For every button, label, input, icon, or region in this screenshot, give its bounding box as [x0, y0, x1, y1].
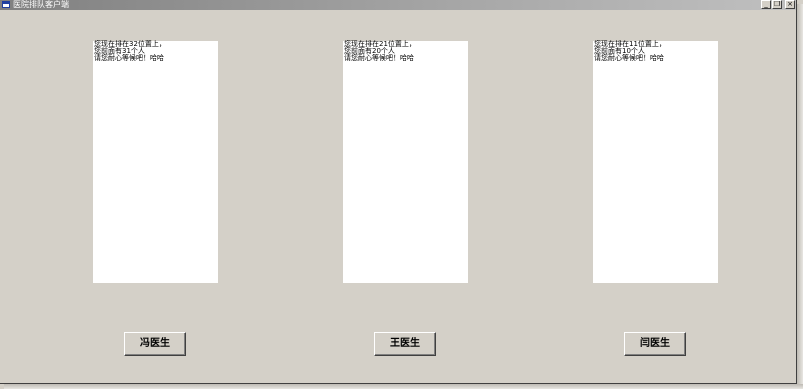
close-button[interactable]: ×: [785, 0, 795, 9]
doctor-feng-button[interactable]: 冯医生: [124, 332, 186, 356]
window-controls: _ ❐ ×: [761, 0, 795, 10]
queue-panel-feng: 您现在排在32位置上， 您前面有31个人 请您耐心等候吧！哈哈: [93, 41, 218, 283]
minimize-button[interactable]: _: [761, 0, 771, 9]
app-window: 医院排队客户端 _ ❐ × 您现在排在32位置上， 您前面有31个人 请您耐心等…: [0, 0, 797, 384]
doctor-wang-button[interactable]: 王医生: [374, 332, 436, 356]
queue-wait-text: 请您耐心等候吧！哈哈: [94, 54, 164, 62]
queue-panel-wang: 您现在排在21位置上， 您前面有20个人 请您耐心等候吧！哈哈: [343, 41, 468, 283]
window-shadow-right: [797, 4, 803, 389]
doctor-yan-button[interactable]: 闫医生: [624, 332, 686, 356]
app-window-icon: [2, 1, 10, 8]
window-shadow-bottom: [4, 384, 803, 389]
queue-wait-text: 请您耐心等候吧！哈哈: [344, 54, 414, 62]
title-bar[interactable]: 医院排队客户端 _ ❐ ×: [0, 0, 796, 10]
window-title: 医院排队客户端: [13, 0, 69, 9]
restore-button[interactable]: ❐: [772, 0, 782, 9]
queue-wait-text: 请您耐心等候吧！哈哈: [594, 54, 664, 62]
queue-panel-yan: 您现在排在11位置上， 您前面有10个人 请您耐心等候吧！哈哈: [593, 41, 718, 283]
